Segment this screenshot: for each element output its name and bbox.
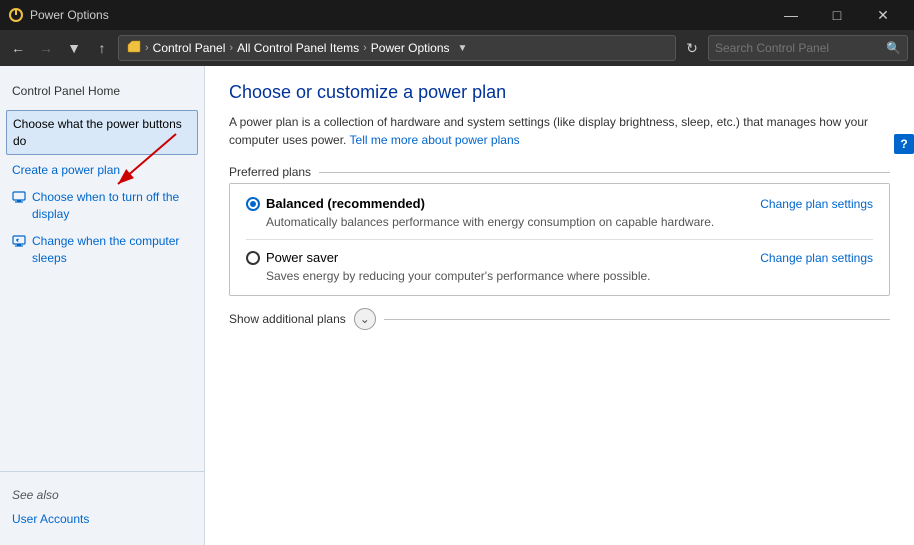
path-sep-2: ›	[229, 42, 233, 54]
path-control-panel[interactable]: Control Panel	[153, 41, 226, 55]
content-description: A power plan is a collection of hardware…	[229, 113, 890, 149]
sleep-icon	[12, 234, 26, 253]
sidebar-item-sleep-label: Change when the computer sleeps	[32, 233, 192, 267]
sidebar-home[interactable]: Control Panel Home	[0, 78, 204, 108]
plan-power-saver-name: Power saver	[266, 250, 338, 265]
maximize-button[interactable]: □	[814, 0, 860, 30]
plan-balanced: Balanced (recommended) Change plan setti…	[246, 196, 873, 229]
plan-balanced-name-row: Balanced (recommended)	[246, 196, 425, 211]
display-off-icon	[12, 190, 26, 209]
plan-balanced-header: Balanced (recommended) Change plan setti…	[246, 196, 873, 211]
app-icon	[8, 7, 24, 23]
see-also-label: See also	[0, 478, 204, 506]
plan-power-saver: Power saver Change plan settings Saves e…	[246, 250, 873, 283]
path-sep-3: ›	[363, 42, 367, 54]
search-button[interactable]: 🔍	[886, 41, 901, 55]
show-additional-label: Show additional plans	[229, 312, 346, 326]
recent-button[interactable]: ▼	[62, 36, 86, 60]
back-button[interactable]: ←	[6, 36, 30, 60]
minimize-button[interactable]: —	[768, 0, 814, 30]
sidebar-item-sleep[interactable]: Change when the computer sleeps	[0, 228, 204, 272]
up-button[interactable]: ↑	[90, 36, 114, 60]
change-plan-power-saver-link[interactable]: Change plan settings	[760, 251, 873, 265]
change-plan-balanced-link[interactable]: Change plan settings	[760, 197, 873, 211]
address-path: › Control Panel › All Control Panel Item…	[118, 35, 676, 61]
sidebar-item-display-off-label: Choose when to turn off the display	[32, 189, 192, 223]
path-root-icon	[127, 40, 141, 57]
sidebar-item-power-buttons[interactable]: Choose what the power buttons do	[6, 110, 198, 156]
sidebar-item-display-off[interactable]: Choose when to turn off the display	[0, 184, 204, 228]
sidebar-user-accounts[interactable]: User Accounts	[0, 506, 204, 533]
search-box: 🔍	[708, 35, 908, 61]
forward-button[interactable]: →	[34, 36, 58, 60]
plan-balanced-desc: Automatically balances performance with …	[266, 215, 873, 229]
show-additional-row: Show additional plans ⌄	[229, 308, 890, 330]
plan-power-saver-name-row: Power saver	[246, 250, 338, 265]
sidebar: Control Panel Home Choose what the power…	[0, 66, 205, 545]
plan-power-saver-radio[interactable]	[246, 251, 260, 265]
refresh-button[interactable]: ↻	[680, 36, 704, 60]
content-area: Choose or customize a power plan A power…	[205, 66, 914, 545]
sidebar-item-create-plan[interactable]: Create a power plan	[0, 157, 204, 184]
help-button[interactable]: ?	[894, 134, 914, 154]
path-all-items[interactable]: All Control Panel Items	[237, 41, 359, 55]
path-sep-1: ›	[145, 42, 149, 54]
address-bar: ← → ▼ ↑ › Control Panel › All Control Pa…	[0, 30, 914, 66]
preferred-plans-label: Preferred plans	[229, 165, 890, 179]
main-content: Control Panel Home Choose what the power…	[0, 66, 914, 545]
sidebar-item-create-plan-label: Create a power plan	[12, 162, 120, 179]
path-power-options[interactable]: Power Options	[371, 41, 450, 55]
title-bar: Power Options — □ ✕	[0, 0, 914, 30]
close-button[interactable]: ✕	[860, 0, 906, 30]
user-accounts-label: User Accounts	[12, 511, 89, 528]
plan-power-saver-header: Power saver Change plan settings	[246, 250, 873, 265]
plan-separator	[246, 239, 873, 240]
sidebar-footer: See also User Accounts	[0, 471, 204, 533]
plan-power-saver-desc: Saves energy by reducing your computer's…	[266, 269, 873, 283]
window-title: Power Options	[30, 8, 768, 22]
radio-inner	[250, 201, 256, 207]
path-dropdown-button[interactable]: ▼	[458, 43, 468, 54]
window-controls: — □ ✕	[768, 0, 906, 30]
expand-additional-button[interactable]: ⌄	[354, 308, 376, 330]
sidebar-item-power-buttons-label: Choose what the power buttons do	[13, 116, 191, 150]
plan-balanced-name: Balanced (recommended)	[266, 196, 425, 211]
page-title: Choose or customize a power plan	[229, 82, 890, 103]
search-input[interactable]	[715, 41, 882, 55]
plan-balanced-radio[interactable]	[246, 197, 260, 211]
plans-box: Balanced (recommended) Change plan setti…	[229, 183, 890, 296]
learn-more-link[interactable]: Tell me more about power plans	[350, 133, 520, 147]
